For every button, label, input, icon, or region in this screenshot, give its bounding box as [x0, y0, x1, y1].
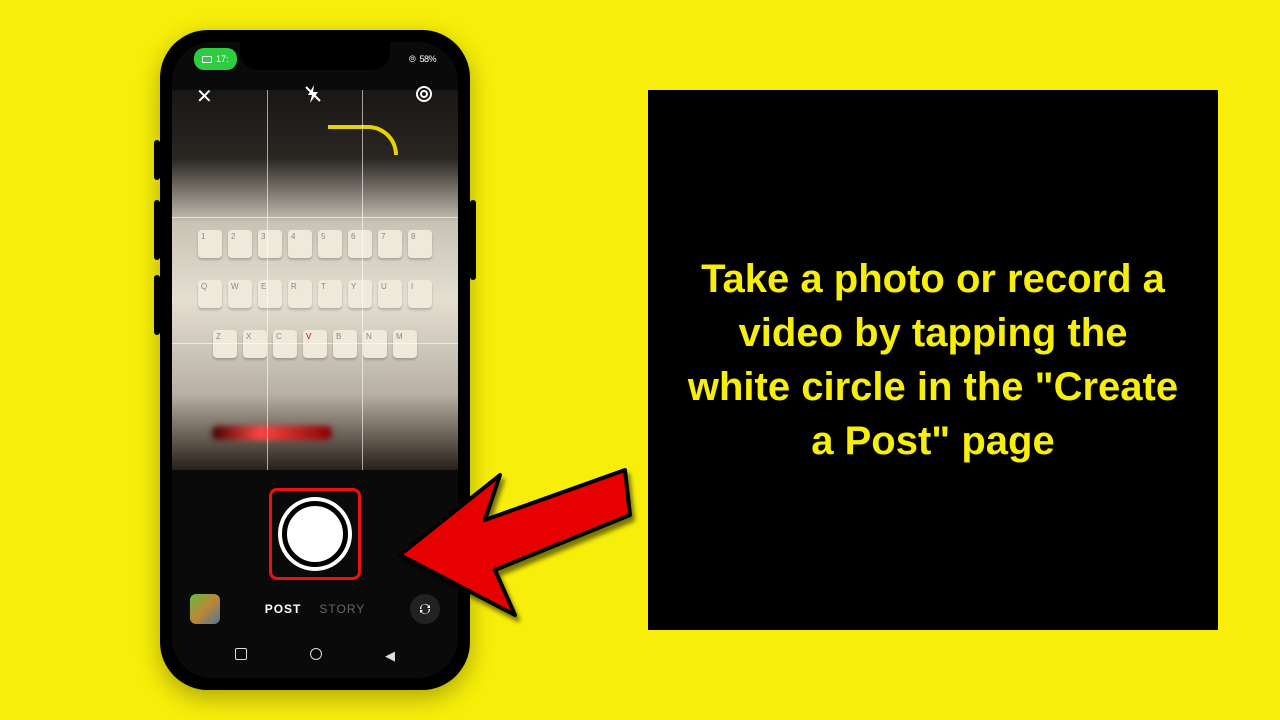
instruction-text: Take a photo or record a video by tappin… [684, 252, 1182, 468]
shutter-area [269, 488, 361, 580]
status-time: 17: [216, 54, 229, 64]
kb-key: 7 [378, 230, 402, 258]
kb-key: 2 [228, 230, 252, 258]
phone-notch [240, 42, 390, 70]
kb-key: I [408, 280, 432, 308]
instruction-panel: Take a photo or record a video by tappin… [648, 90, 1218, 630]
close-icon[interactable]: ✕ [196, 84, 213, 110]
viewfinder-content [212, 426, 332, 440]
android-nav-bar: ◀ [172, 648, 458, 664]
status-right: ⦾ 58% [409, 48, 436, 70]
recent-apps-icon[interactable] [235, 648, 247, 660]
back-icon[interactable]: ◀ [385, 648, 395, 664]
gallery-thumbnail[interactable] [190, 594, 220, 624]
shutter-button[interactable] [282, 501, 348, 567]
kb-key: 6 [348, 230, 372, 258]
kb-key: 1 [198, 230, 222, 258]
grid-line [362, 90, 363, 470]
kb-key: W [228, 280, 252, 308]
signal-icon: ⦾ [409, 54, 416, 65]
phone-side-button [154, 200, 160, 260]
flash-off-icon[interactable] [303, 84, 323, 110]
phone-side-button [154, 140, 160, 180]
pointer-arrow [380, 420, 640, 635]
mode-post[interactable]: POST [265, 602, 302, 616]
viewfinder-keyboard-row: 1 2 3 4 5 6 7 8 [182, 230, 448, 258]
kb-key: 4 [288, 230, 312, 258]
kb-key: R [288, 280, 312, 308]
kb-key: 8 [408, 230, 432, 258]
kb-key: U [378, 280, 402, 308]
phone-side-button [154, 275, 160, 335]
kb-key: Y [348, 280, 372, 308]
kb-key: 5 [318, 230, 342, 258]
viewfinder-keyboard-row: Q W E R T Y U I [182, 280, 448, 308]
battery-percent: 58% [419, 54, 436, 64]
phone-side-button [470, 200, 476, 280]
settings-icon[interactable] [414, 84, 434, 110]
camera-top-controls: ✕ [172, 84, 458, 110]
kb-key: T [318, 280, 342, 308]
grid-line [172, 217, 458, 218]
camera-icon [202, 56, 212, 63]
kb-key: E [258, 280, 282, 308]
camera-active-pill: 17: [194, 48, 237, 70]
kb-key: Q [198, 280, 222, 308]
home-icon[interactable] [310, 648, 322, 660]
highlight-box [269, 488, 361, 580]
mode-labels: POST STORY [236, 602, 394, 616]
kb-key: 3 [258, 230, 282, 258]
mode-story[interactable]: STORY [319, 602, 365, 616]
grid-line [172, 343, 458, 344]
grid-line [267, 90, 268, 470]
camera-viewfinder[interactable]: 1 2 3 4 5 6 7 8 Q W E R T Y U I Z X [172, 90, 458, 470]
